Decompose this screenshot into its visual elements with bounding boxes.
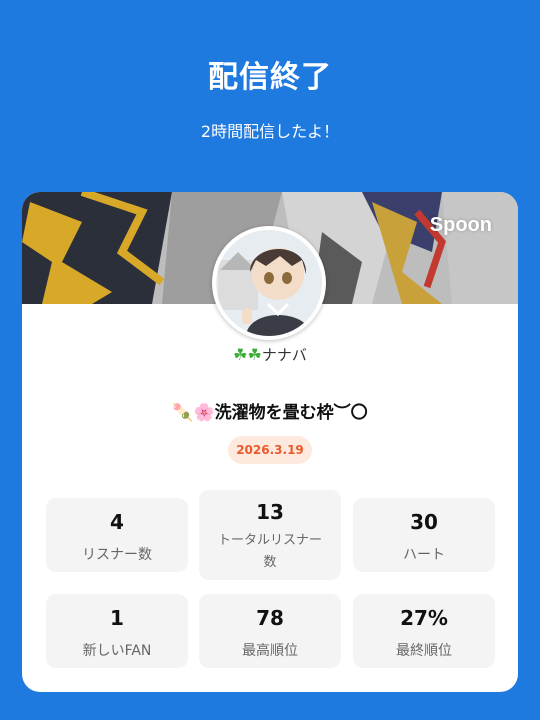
- stat-label: トータルリスナー数: [217, 533, 322, 570]
- stat-hearts: 30 ハート: [353, 498, 495, 572]
- broadcast-topic-text: 洗濯物を畳む枠︶〇: [214, 403, 368, 423]
- broadcast-topic: 🍡🌸洗濯物を畳む枠︶〇: [22, 398, 518, 423]
- stat-value: 13: [256, 500, 284, 524]
- stat-listeners: 4 リスナー数: [46, 498, 188, 572]
- summary-card: Spoon ☘☘ナナバ 🍡🌸洗濯物を畳む枠︶〇 2026.3.19 4 リスナー…: [22, 192, 518, 692]
- stat-label: 新しいFAN: [82, 643, 152, 659]
- page-subtitle: 2時間配信したよ！: [200, 122, 340, 141]
- page-title: 配信終了: [208, 60, 332, 95]
- stat-value: 1: [110, 606, 124, 630]
- stat-value: 30: [410, 510, 438, 534]
- broadcast-date-badge: 2026.3.19: [228, 436, 312, 464]
- avatar: [212, 226, 326, 340]
- dango-sakura-emoji-icon: 🍡🌸: [172, 403, 215, 423]
- stat-label: リスナー数: [82, 547, 152, 563]
- streamer-name-text: ナナバ: [261, 346, 307, 364]
- stat-final-rank: 27% 最終順位: [353, 594, 495, 668]
- stat-label: 最終順位: [396, 643, 452, 659]
- stat-highest-rank: 78 最高順位: [199, 594, 341, 668]
- stat-value: 78: [256, 606, 284, 630]
- stat-value: 27%: [400, 606, 448, 630]
- stat-label: ハート: [403, 547, 445, 563]
- stat-total-listeners: 13 トータルリスナー数: [199, 490, 341, 580]
- avatar-image: [216, 230, 322, 336]
- stat-value: 4: [110, 510, 124, 534]
- stat-label: 最高順位: [242, 643, 298, 659]
- broadcast-summary-page: 配信終了 2時間配信したよ！ Spoon ☘☘ナナバ 🍡🌸洗濯物を畳む枠︶〇 2…: [0, 0, 540, 720]
- spoon-brand-logo: Spoon: [429, 214, 492, 236]
- streamer-name: ☘☘ナナバ: [22, 344, 518, 365]
- clover-icon: ☘☘: [233, 345, 262, 364]
- stat-new-fans: 1 新しいFAN: [46, 594, 188, 668]
